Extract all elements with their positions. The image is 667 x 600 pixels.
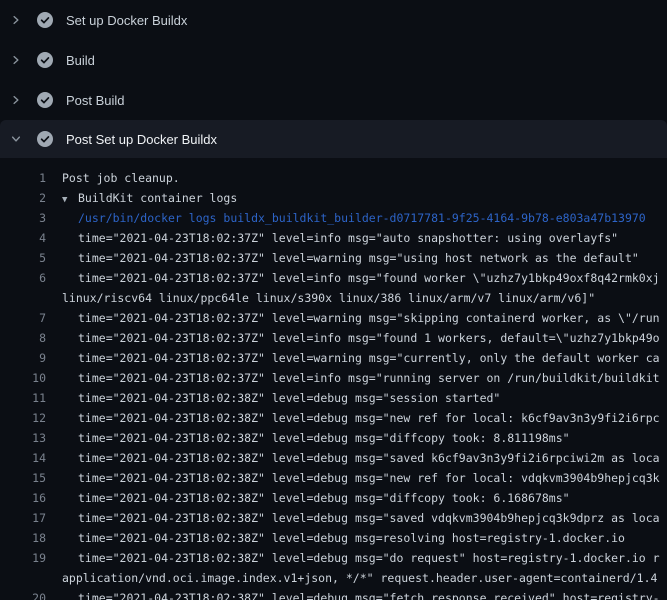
- log-line-number[interactable]: 20: [0, 588, 46, 600]
- log-line: 12 time="2021-04-23T18:02:38Z" level=deb…: [0, 408, 667, 428]
- log-line: 18 time="2021-04-23T18:02:38Z" level=deb…: [0, 528, 667, 548]
- log-line-text: BuildKit container logs: [78, 191, 237, 205]
- log-line-text: time="2021-04-23T18:02:37Z" level=info m…: [78, 371, 660, 385]
- log-line: 11 time="2021-04-23T18:02:38Z" level=deb…: [0, 388, 667, 408]
- log-line-number[interactable]: 17: [0, 508, 46, 528]
- step-row[interactable]: Build: [0, 40, 667, 80]
- log-line-number[interactable]: 16: [0, 488, 46, 508]
- actions-log-panel: Set up Docker Buildx Build Post Buil: [0, 0, 667, 600]
- log-line-number[interactable]: 9: [0, 348, 46, 368]
- log-line: 7 time="2021-04-23T18:02:37Z" level=warn…: [0, 308, 667, 328]
- log-line-number[interactable]: 15: [0, 468, 46, 488]
- check-circle-icon: [37, 52, 53, 68]
- check-circle-icon: [37, 92, 53, 108]
- log-line-number[interactable]: 11: [0, 388, 46, 408]
- log-line-number[interactable]: 12: [0, 408, 46, 428]
- log-line-number[interactable]: 2: [0, 188, 46, 208]
- log-line-number[interactable]: 6: [0, 268, 46, 288]
- log-line-text: time="2021-04-23T18:02:37Z" level=warnin…: [78, 251, 639, 265]
- log-line-text: time="2021-04-23T18:02:38Z" level=debug …: [78, 451, 660, 465]
- log-line-text: time="2021-04-23T18:02:38Z" level=debug …: [78, 411, 660, 425]
- log-line-number[interactable]: 3: [0, 208, 46, 228]
- log-line-text: Post job cleanup.: [62, 171, 180, 185]
- log-line: 1 Post job cleanup.: [0, 168, 667, 188]
- step-row[interactable]: Set up Docker Buildx: [0, 0, 667, 40]
- log-line-number: [0, 288, 46, 308]
- log-line-text: time="2021-04-23T18:02:38Z" level=debug …: [78, 511, 660, 525]
- log-line: 9 time="2021-04-23T18:02:37Z" level=warn…: [0, 348, 667, 368]
- log-line-number[interactable]: 14: [0, 448, 46, 468]
- log-line-text: time="2021-04-23T18:02:38Z" level=debug …: [78, 391, 500, 405]
- step-row[interactable]: Post Build: [0, 80, 667, 120]
- log-line: 2 ▼BuildKit container logs: [0, 188, 667, 208]
- log-line-number[interactable]: 8: [0, 328, 46, 348]
- step-title: Build: [66, 53, 95, 68]
- log-line-number[interactable]: 1: [0, 168, 46, 188]
- log-line-text: time="2021-04-23T18:02:38Z" level=debug …: [78, 551, 660, 565]
- log-line: 16 time="2021-04-23T18:02:38Z" level=deb…: [0, 488, 667, 508]
- step-title: Post Build: [66, 93, 125, 108]
- log-line: 6 time="2021-04-23T18:02:37Z" level=info…: [0, 268, 667, 288]
- log-line-number[interactable]: 18: [0, 528, 46, 548]
- log-line-number[interactable]: 4: [0, 228, 46, 248]
- log-line: application/vnd.oci.image.index.v1+json,…: [0, 568, 667, 588]
- chevron-right-icon[interactable]: [9, 13, 23, 27]
- log-line: 19 time="2021-04-23T18:02:38Z" level=deb…: [0, 548, 667, 568]
- log-line-text: time="2021-04-23T18:02:37Z" level=warnin…: [78, 311, 660, 325]
- log-line-text: time="2021-04-23T18:02:37Z" level=info m…: [78, 231, 618, 245]
- log-line-text: linux/riscv64 linux/ppc64le linux/s390x …: [62, 291, 595, 305]
- log-line: 15 time="2021-04-23T18:02:38Z" level=deb…: [0, 468, 667, 488]
- log-line: 5 time="2021-04-23T18:02:37Z" level=warn…: [0, 248, 667, 268]
- log-line: 20 time="2021-04-23T18:02:38Z" level=deb…: [0, 588, 667, 600]
- chevron-down-icon[interactable]: [9, 132, 23, 146]
- log-line: 3 /usr/bin/docker logs buildx_buildkit_b…: [0, 208, 667, 228]
- check-circle-icon: [37, 131, 53, 147]
- log-line-number[interactable]: 10: [0, 368, 46, 388]
- log-line: 13 time="2021-04-23T18:02:38Z" level=deb…: [0, 428, 667, 448]
- step-title: Post Set up Docker Buildx: [66, 132, 217, 147]
- log-line-number[interactable]: 13: [0, 428, 46, 448]
- step-title: Set up Docker Buildx: [66, 13, 187, 28]
- log-line: 8 time="2021-04-23T18:02:37Z" level=info…: [0, 328, 667, 348]
- log-line-number[interactable]: 5: [0, 248, 46, 268]
- log-line-text: time="2021-04-23T18:02:38Z" level=debug …: [78, 591, 660, 600]
- log-line-text: time="2021-04-23T18:02:37Z" level=info m…: [78, 331, 660, 345]
- check-circle-icon: [37, 12, 53, 28]
- chevron-right-icon[interactable]: [9, 93, 23, 107]
- log-line-number[interactable]: 7: [0, 308, 46, 328]
- log-line-text: /usr/bin/docker logs buildx_buildkit_bui…: [78, 211, 646, 225]
- log-line: 14 time="2021-04-23T18:02:38Z" level=deb…: [0, 448, 667, 468]
- log-line: 10 time="2021-04-23T18:02:37Z" level=inf…: [0, 368, 667, 388]
- log-line-text: time="2021-04-23T18:02:38Z" level=debug …: [78, 531, 625, 545]
- log-viewer: 1 Post job cleanup. 2 ▼BuildKit containe…: [0, 158, 667, 600]
- log-line-text: application/vnd.oci.image.index.v1+json,…: [62, 571, 657, 585]
- log-line: 4 time="2021-04-23T18:02:37Z" level=info…: [0, 228, 667, 248]
- log-line-text: time="2021-04-23T18:02:37Z" level=info m…: [78, 271, 660, 285]
- step-row[interactable]: Post Set up Docker Buildx: [0, 120, 667, 158]
- log-line-text: time="2021-04-23T18:02:38Z" level=debug …: [78, 471, 660, 485]
- log-line: 17 time="2021-04-23T18:02:38Z" level=deb…: [0, 508, 667, 528]
- group-toggle-icon[interactable]: ▼: [62, 190, 78, 208]
- log-line-text: time="2021-04-23T18:02:38Z" level=debug …: [78, 491, 570, 505]
- log-line-text: time="2021-04-23T18:02:38Z" level=debug …: [78, 431, 570, 445]
- log-line: linux/riscv64 linux/ppc64le linux/s390x …: [0, 288, 667, 308]
- log-line-number[interactable]: 19: [0, 548, 46, 568]
- chevron-right-icon[interactable]: [9, 53, 23, 67]
- log-line-number: [0, 568, 46, 588]
- log-line-text: time="2021-04-23T18:02:37Z" level=warnin…: [78, 351, 660, 365]
- steps-list: Set up Docker Buildx Build Post Buil: [0, 0, 667, 158]
